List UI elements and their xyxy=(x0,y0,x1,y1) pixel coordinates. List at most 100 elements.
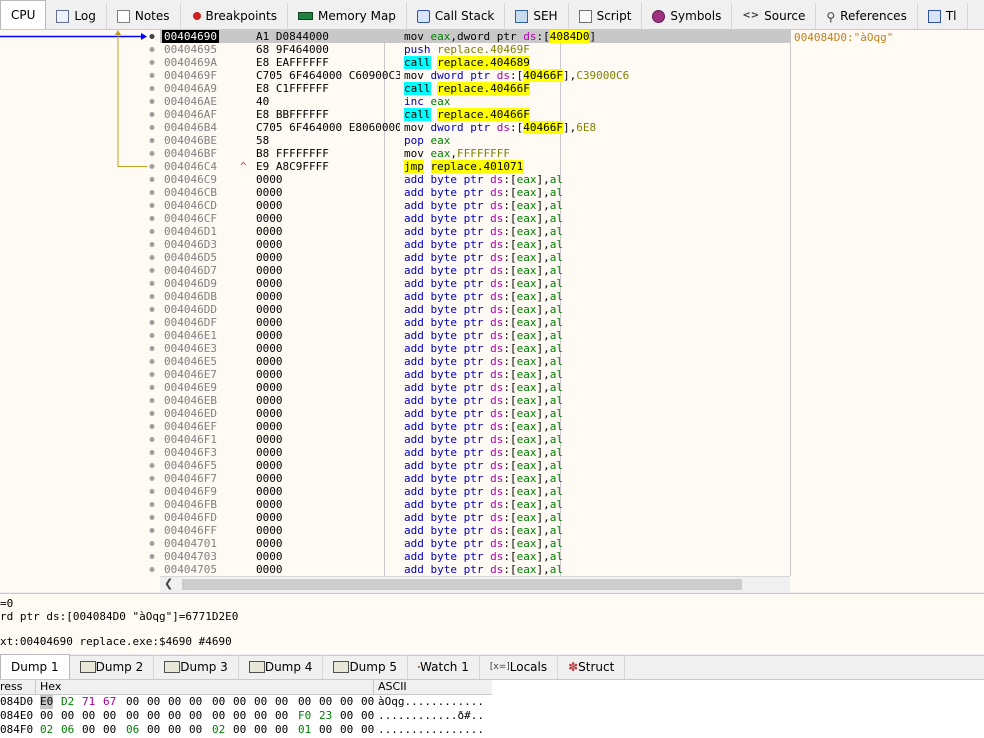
tab-cpu[interactable]: CPU xyxy=(0,0,47,29)
column-header-ascii[interactable]: ASCII xyxy=(378,680,407,694)
dump-byte[interactable]: 00 xyxy=(361,709,374,723)
disasm-row[interactable]: 004046CB 0000 add byte ptr ds:[eax],al xyxy=(160,186,790,199)
dump-byte[interactable]: 00 xyxy=(275,723,288,737)
dump-byte[interactable]: 00 xyxy=(233,709,246,723)
dump-byte[interactable]: 00 xyxy=(212,709,225,723)
disasm-row[interactable]: 004046CD 0000 add byte ptr ds:[eax],al xyxy=(160,199,790,212)
dump-byte[interactable]: 01 xyxy=(298,723,311,737)
disasm-row[interactable]: 004046F7 0000 add byte ptr ds:[eax],al xyxy=(160,472,790,485)
dump-byte[interactable]: 00 xyxy=(275,709,288,723)
dump-byte[interactable]: 00 xyxy=(254,695,267,709)
disasm-row[interactable]: 004046FB 0000 add byte ptr ds:[eax],al xyxy=(160,498,790,511)
dump-row[interactable]: 084D0 E0 D2 71 67 00 00 00 00 00 00 00 00 00 00 00 00 àOq… xyxy=(0,695,492,709)
tab-dump-4[interactable]: Dump 4 xyxy=(239,655,324,679)
tab-references[interactable]: ⚲ References xyxy=(816,3,918,29)
disasm-row[interactable]: 004046A9 E8 C1FFFFFF call replace.40466F xyxy=(160,82,790,95)
disasm-row[interactable]: 004046ED 0000 add byte ptr ds:[eax],al xyxy=(160,407,790,420)
disasm-row[interactable]: 004046CF 0000 add byte ptr ds:[eax],al xyxy=(160,212,790,225)
dump-byte[interactable]: 00 xyxy=(340,709,353,723)
disasm-row[interactable]: 004046F9 0000 add byte ptr ds:[eax],al xyxy=(160,485,790,498)
dump-byte[interactable]: 00 xyxy=(189,695,202,709)
disasm-row[interactable]: 004046FD 0000 add byte ptr ds:[eax],al xyxy=(160,511,790,524)
disasm-row[interactable]: 0040469A E8 EAFFFFFF call replace.404689 xyxy=(160,56,790,69)
tab-tl[interactable]: Tl xyxy=(918,3,968,29)
tab-watch-1[interactable]: Watch 1 xyxy=(408,655,480,679)
dump-byte[interactable]: 00 xyxy=(126,709,139,723)
dump-byte[interactable]: 00 xyxy=(319,723,332,737)
dump-byte[interactable]: 06 xyxy=(61,723,74,737)
dump-byte[interactable]: 00 xyxy=(340,723,353,737)
tab-source[interactable]: <> Source xyxy=(732,3,817,29)
disassembly-pane[interactable]: 00404690 A1 D0844000 mov eax,dword ptr ds:… xyxy=(0,30,984,592)
tab-log[interactable]: Log xyxy=(46,3,107,29)
dump-byte[interactable]: 00 xyxy=(103,709,116,723)
dump-byte[interactable]: 00 xyxy=(361,723,374,737)
dump-byte[interactable]: F0 xyxy=(298,709,311,723)
tab-seh[interactable]: SEH xyxy=(505,3,569,29)
disasm-row[interactable]: 0040469F C705 6F464000 C60900C3 mov dword … xyxy=(160,69,790,82)
disasm-row[interactable]: 004046D7 0000 add byte ptr ds:[eax],al xyxy=(160,264,790,277)
disassembly-rows[interactable]: 00404690 A1 D0844000 mov eax,dword ptr ds:… xyxy=(160,30,790,576)
dump-byte[interactable]: 00 xyxy=(147,695,160,709)
disasm-row[interactable]: 004046E9 0000 add byte ptr ds:[eax],al xyxy=(160,381,790,394)
dump-byte[interactable]: 00 xyxy=(103,723,116,737)
dump-byte[interactable]: 00 xyxy=(189,709,202,723)
dump-byte[interactable]: 23 xyxy=(319,709,332,723)
disasm-row[interactable]: 004046F5 0000 add byte ptr ds:[eax],al xyxy=(160,459,790,472)
dump-byte[interactable]: 00 xyxy=(340,695,353,709)
disasm-row[interactable]: 004046E7 0000 add byte ptr ds:[eax],al xyxy=(160,368,790,381)
dump-byte[interactable]: 00 xyxy=(82,709,95,723)
dump-byte[interactable]: 00 xyxy=(233,723,246,737)
dump-byte[interactable]: 00 xyxy=(254,709,267,723)
disasm-row[interactable]: 004046B4 C705 6F464000 E8060000 mov dword … xyxy=(160,121,790,134)
disasm-row[interactable]: 004046DB 0000 add byte ptr ds:[eax],al xyxy=(160,290,790,303)
disasm-row[interactable]: 004046C4 ^ E9 A8C9FFFF jmp replace.401071 xyxy=(160,160,790,173)
tab-breakpoints[interactable]: Breakpoints xyxy=(181,3,288,29)
tab-script[interactable]: Script xyxy=(569,3,643,29)
dump-byte[interactable]: 00 xyxy=(126,695,139,709)
disasm-row[interactable]: 004046BE 58 pop eax xyxy=(160,134,790,147)
dump-byte[interactable]: 00 xyxy=(147,709,160,723)
tab-dump-1[interactable]: Dump 1 xyxy=(0,654,70,679)
tab-memory-map[interactable]: Memory Map xyxy=(288,3,407,29)
tab-call-stack[interactable]: Call Stack xyxy=(407,3,506,29)
dump-byte[interactable]: 00 xyxy=(168,709,181,723)
tab-dump-2[interactable]: Dump 2 xyxy=(70,655,155,679)
tab-notes[interactable]: Notes xyxy=(107,3,181,29)
tab-locals[interactable]: [x=] Locals xyxy=(480,655,559,679)
dump-byte[interactable]: 00 xyxy=(189,723,202,737)
disasm-row[interactable]: 004046DD 0000 add byte ptr ds:[eax],al xyxy=(160,303,790,316)
tab-symbols[interactable]: Symbols xyxy=(642,3,733,29)
disasm-row[interactable]: 004046DF 0000 add byte ptr ds:[eax],al xyxy=(160,316,790,329)
disasm-row[interactable]: 004046D1 0000 add byte ptr ds:[eax],al xyxy=(160,225,790,238)
dump-byte[interactable]: 02 xyxy=(212,723,225,737)
dump-byte[interactable]: D2 xyxy=(61,695,74,709)
disasm-row[interactable]: 004046E3 0000 add byte ptr ds:[eax],al xyxy=(160,342,790,355)
disasm-row[interactable]: 004046AF E8 BBFFFFFF call replace.40466F xyxy=(160,108,790,121)
disasm-row[interactable]: 004046E1 0000 add byte ptr ds:[eax],al xyxy=(160,329,790,342)
disasm-row[interactable]: 004046F1 0000 add byte ptr ds:[eax],al xyxy=(160,433,790,446)
dump-byte[interactable]: 00 xyxy=(254,723,267,737)
dump-row[interactable]: 084F0 02 06 00 00 06 00 00 00 02 00 00 00 01 00 00 00...… xyxy=(0,723,492,737)
disasm-row[interactable]: 004046D9 0000 add byte ptr ds:[eax],al xyxy=(160,277,790,290)
dump-byte[interactable]: 71 xyxy=(82,695,95,709)
disasm-row[interactable]: 004046EF 0000 add byte ptr ds:[eax],al xyxy=(160,420,790,433)
disasm-row[interactable]: 00404705 0000 add byte ptr ds:[eax],al xyxy=(160,563,790,576)
tab-struct[interactable]: ✽ Struct xyxy=(558,655,626,679)
disasm-row[interactable]: 004046D5 0000 add byte ptr ds:[eax],al xyxy=(160,251,790,264)
dump-byte[interactable]: 00 xyxy=(168,723,181,737)
dump-byte[interactable]: 00 xyxy=(298,695,311,709)
dump-byte[interactable]: 02 xyxy=(40,723,53,737)
column-header-address[interactable]: ress xyxy=(0,680,23,694)
tab-dump-3[interactable]: Dump 3 xyxy=(154,655,239,679)
disasm-row[interactable]: 004046D3 0000 add byte ptr ds:[eax],al xyxy=(160,238,790,251)
dump-byte[interactable]: 00 xyxy=(40,709,53,723)
dump-byte[interactable]: 00 xyxy=(233,695,246,709)
dump-byte[interactable]: 00 xyxy=(319,695,332,709)
dump-byte[interactable]: 00 xyxy=(212,695,225,709)
disasm-row[interactable]: 004046FF 0000 add byte ptr ds:[eax],al xyxy=(160,524,790,537)
dump-byte[interactable]: 67 xyxy=(103,695,116,709)
scrollbar-thumb[interactable] xyxy=(182,579,742,590)
dump-byte[interactable]: 06 xyxy=(126,723,139,737)
disasm-row[interactable]: 00404695 68 9F464000 push replace.40469F xyxy=(160,43,790,56)
